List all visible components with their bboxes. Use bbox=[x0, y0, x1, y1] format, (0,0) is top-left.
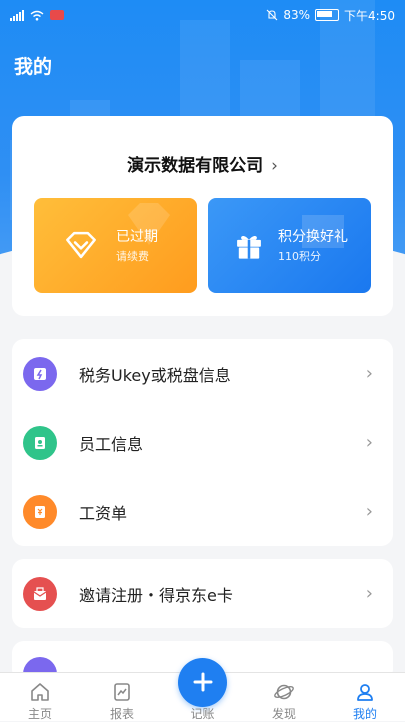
page-title: 我的 bbox=[14, 56, 53, 78]
mute-icon bbox=[266, 9, 278, 21]
menu-item-label: 邀请注册・得京东e卡 bbox=[79, 585, 233, 605]
status-bar: 83% 下午4:50 bbox=[0, 0, 405, 30]
wifi-icon bbox=[30, 10, 44, 20]
diamond-icon bbox=[66, 231, 96, 259]
tab-label-add: 记账 bbox=[190, 707, 215, 721]
envelope-icon bbox=[23, 577, 57, 611]
battery-percent: 83% bbox=[283, 8, 311, 22]
points-title: 积分换好礼 bbox=[278, 229, 348, 245]
renew-subtitle: 请续费 bbox=[116, 250, 149, 263]
company-selector[interactable]: 演示数据有限公司 › bbox=[12, 151, 393, 176]
user-icon bbox=[357, 684, 373, 701]
company-name: 演示数据有限公司 bbox=[127, 156, 264, 176]
menu-item-payroll[interactable]: 工资单 › bbox=[12, 477, 393, 546]
chevron-right-icon: › bbox=[365, 432, 373, 453]
menu-item-employees[interactable]: 员工信息 › bbox=[12, 408, 393, 477]
clock: 下午4:50 bbox=[344, 8, 395, 23]
renew-title: 已过期 bbox=[116, 229, 158, 245]
tab-report[interactable]: 报表 bbox=[92, 673, 152, 722]
home-icon bbox=[31, 683, 49, 701]
company-card: 演示数据有限公司 › 已过期 请续费 积分换好礼 110积分 bbox=[12, 116, 393, 316]
menu-item-label: 税务Ukey或税盘信息 bbox=[79, 365, 231, 385]
tab-home[interactable]: 主页 bbox=[10, 673, 70, 722]
tab-label: 报表 bbox=[109, 707, 134, 721]
menu-item-label: 员工信息 bbox=[79, 434, 144, 454]
points-subtitle: 110积分 bbox=[278, 250, 321, 263]
planet-icon bbox=[274, 684, 294, 700]
payroll-icon bbox=[23, 495, 57, 529]
add-entry-button[interactable] bbox=[178, 658, 227, 707]
tab-mine[interactable]: 我的 bbox=[335, 673, 395, 722]
menu-item-invite[interactable]: 邀请注册・得京东e卡 › bbox=[12, 559, 393, 628]
tab-discover[interactable]: 发现 bbox=[254, 673, 314, 722]
menu-item-label: 工资单 bbox=[79, 503, 128, 523]
plus-icon bbox=[193, 672, 212, 692]
chevron-right-icon: › bbox=[365, 501, 373, 522]
battery-icon bbox=[315, 9, 340, 21]
notification-icon bbox=[50, 10, 64, 20]
points-tile[interactable]: 积分换好礼 110积分 bbox=[208, 198, 371, 293]
signal-icon bbox=[10, 9, 24, 21]
ukey-icon bbox=[23, 357, 57, 391]
renew-tile[interactable]: 已过期 请续费 bbox=[34, 198, 197, 293]
tab-label: 主页 bbox=[27, 707, 52, 721]
report-icon bbox=[114, 683, 130, 701]
menu-card: 税务Ukey或税盘信息 › 员工信息 › 工资单 › bbox=[12, 339, 393, 546]
badge-icon bbox=[23, 426, 57, 460]
chevron-right-icon: › bbox=[271, 156, 278, 176]
gift-icon bbox=[237, 235, 261, 259]
invite-card: 邀请注册・得京东e卡 › bbox=[12, 559, 393, 628]
chevron-right-icon: › bbox=[365, 583, 373, 604]
tab-label: 我的 bbox=[352, 707, 377, 721]
tab-label: 发现 bbox=[271, 707, 296, 721]
menu-item-ukey[interactable]: 税务Ukey或税盘信息 › bbox=[12, 339, 393, 408]
chevron-right-icon: › bbox=[365, 363, 373, 384]
